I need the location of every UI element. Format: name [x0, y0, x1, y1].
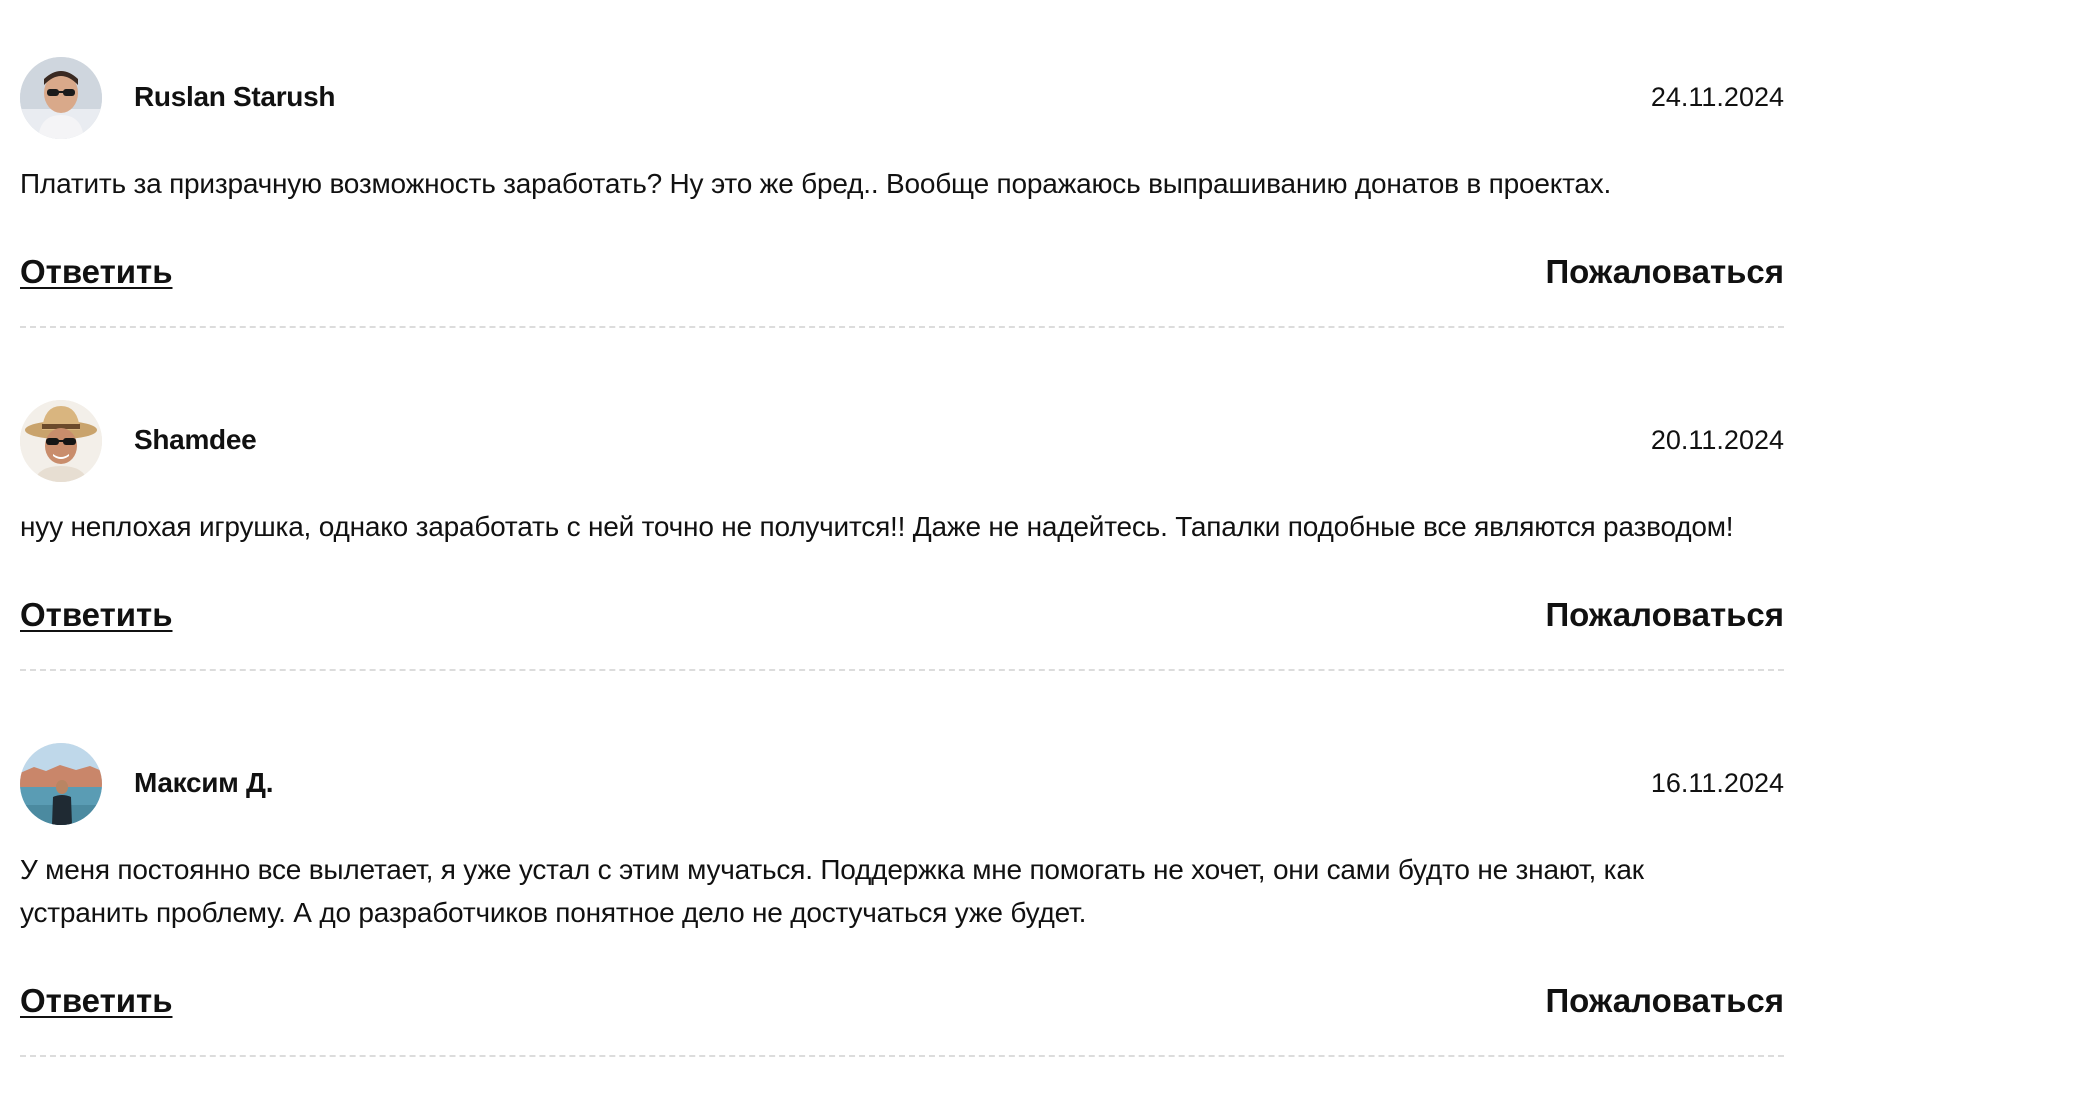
- report-link[interactable]: Пожаловаться: [1545, 982, 1784, 1020]
- user-photo-icon: [20, 57, 102, 139]
- report-link[interactable]: Пожаловаться: [1545, 596, 1784, 634]
- comment-date: 16.11.2024: [1650, 768, 1784, 798]
- comment-actions: Ответить Пожаловаться: [20, 596, 1784, 640]
- comment-text: нуу неплохая игрушка, однако заработать …: [20, 511, 1734, 542]
- comment-author: Ruslan Starush: [134, 81, 336, 112]
- avatar: [20, 400, 102, 482]
- comments-list: Ruslan Starush 24.11.2024 Платить за при…: [20, 0, 1784, 1072]
- comment-item: Ruslan Starush 24.11.2024 Платить за при…: [20, 0, 1784, 343]
- comment-author: Максим Д.: [134, 767, 274, 798]
- divider: [20, 669, 1784, 671]
- comment-author: Shamdee: [134, 424, 257, 455]
- comment-text: У меня постоянно все вылетает, я уже уст…: [20, 854, 1644, 928]
- comment-date: 20.11.2024: [1650, 425, 1784, 455]
- divider: [20, 1055, 1784, 1057]
- reply-link[interactable]: Ответить: [20, 982, 173, 1020]
- divider: [20, 326, 1784, 328]
- report-link[interactable]: Пожаловаться: [1545, 253, 1784, 291]
- comment-item: Максим Д. 16.11.2024 У меня постоянно вс…: [20, 686, 1784, 1072]
- comment-actions: Ответить Пожаловаться: [20, 253, 1784, 297]
- reply-link[interactable]: Ответить: [20, 253, 173, 291]
- comment-item: Shamdee 20.11.2024 нуу неплохая игрушка,…: [20, 343, 1784, 686]
- reply-link[interactable]: Ответить: [20, 596, 173, 634]
- user-photo-icon: [20, 400, 102, 482]
- comment-text: Платить за призрачную возможность зарабо…: [20, 168, 1612, 199]
- avatar: [20, 743, 102, 825]
- user-photo-icon: [20, 743, 102, 825]
- avatar: [20, 57, 102, 139]
- comment-actions: Ответить Пожаловаться: [20, 982, 1784, 1026]
- comment-date: 24.11.2024: [1650, 82, 1784, 112]
